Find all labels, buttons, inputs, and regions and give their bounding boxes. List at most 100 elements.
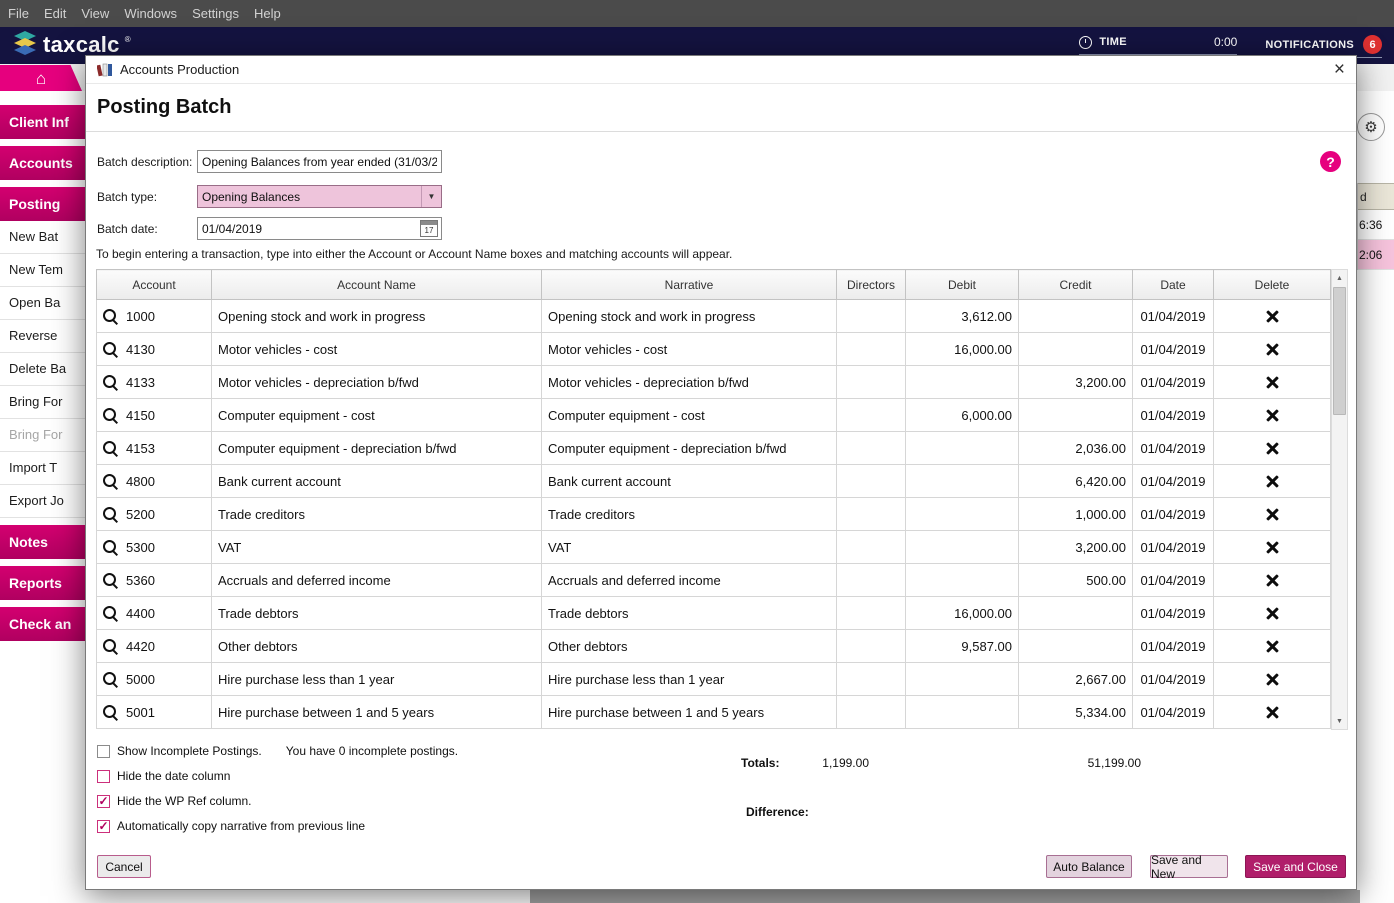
search-icon[interactable] [103, 704, 118, 720]
credit-cell[interactable]: 6,420.00 [1018, 464, 1133, 498]
directors-cell[interactable] [836, 695, 906, 729]
directors-cell[interactable] [836, 629, 906, 663]
debit-cell[interactable]: 16,000.00 [905, 332, 1019, 366]
debit-cell[interactable] [905, 530, 1019, 564]
save-and-close-button[interactable]: Save and Close [1245, 855, 1346, 878]
debit-cell[interactable]: 3,612.00 [905, 299, 1019, 333]
account-cell[interactable]: 5360 [96, 563, 212, 597]
date-cell[interactable]: 01/04/2019 [1132, 365, 1214, 399]
delete-cell[interactable] [1213, 563, 1331, 597]
delete-cell[interactable] [1213, 695, 1331, 729]
delete-icon[interactable] [1265, 475, 1279, 489]
narrative-cell[interactable]: Accruals and deferred income [541, 563, 837, 597]
scroll-up-icon[interactable]: ▲ [1332, 270, 1347, 286]
menu-item[interactable]: Edit [44, 6, 66, 21]
cancel-button[interactable]: Cancel [97, 855, 151, 878]
scroll-down-icon[interactable]: ▼ [1332, 713, 1347, 729]
account-cell[interactable]: 5001 [96, 695, 212, 729]
credit-cell[interactable]: 1,000.00 [1018, 497, 1133, 531]
search-icon[interactable] [103, 473, 118, 489]
show-incomplete-checkbox[interactable] [97, 744, 110, 758]
directors-cell[interactable] [836, 497, 906, 531]
date-cell[interactable]: 01/04/2019 [1132, 530, 1214, 564]
account-name-cell[interactable]: Computer equipment - cost [211, 398, 542, 432]
menu-item[interactable]: Help [254, 6, 281, 21]
delete-cell[interactable] [1213, 497, 1331, 531]
search-icon[interactable] [103, 308, 118, 324]
date-cell[interactable]: 01/04/2019 [1132, 596, 1214, 630]
directors-cell[interactable] [836, 563, 906, 597]
debit-cell[interactable] [905, 431, 1019, 465]
search-icon[interactable] [103, 539, 118, 555]
directors-cell[interactable] [836, 530, 906, 564]
menu-item[interactable]: Windows [124, 6, 177, 21]
debit-cell[interactable] [905, 497, 1019, 531]
auto-balance-button[interactable]: Auto Balance [1046, 855, 1132, 878]
delete-icon[interactable] [1265, 541, 1279, 555]
directors-cell[interactable] [836, 464, 906, 498]
search-icon[interactable] [103, 638, 118, 654]
account-cell[interactable]: 4400 [96, 596, 212, 630]
account-name-cell[interactable]: Computer equipment - depreciation b/fwd [211, 431, 542, 465]
search-icon[interactable] [103, 572, 118, 588]
account-name-cell[interactable]: Hire purchase between 1 and 5 years [211, 695, 542, 729]
credit-cell[interactable] [1018, 299, 1133, 333]
credit-cell[interactable]: 3,200.00 [1018, 530, 1133, 564]
delete-cell[interactable] [1213, 629, 1331, 663]
delete-cell[interactable] [1213, 365, 1331, 399]
date-cell[interactable]: 01/04/2019 [1132, 464, 1214, 498]
directors-cell[interactable] [836, 662, 906, 696]
delete-icon[interactable] [1265, 376, 1279, 390]
delete-icon[interactable] [1265, 508, 1279, 522]
credit-cell[interactable]: 2,667.00 [1018, 662, 1133, 696]
delete-cell[interactable] [1213, 398, 1331, 432]
account-cell[interactable]: 5000 [96, 662, 212, 696]
delete-icon[interactable] [1265, 574, 1279, 588]
menu-item[interactable]: View [81, 6, 109, 21]
time-widget[interactable]: TIME 0:00 [1079, 35, 1238, 55]
account-cell[interactable]: 4133 [96, 365, 212, 399]
credit-cell[interactable] [1018, 398, 1133, 432]
credit-cell[interactable]: 500.00 [1018, 563, 1133, 597]
directors-cell[interactable] [836, 332, 906, 366]
account-cell[interactable]: 4153 [96, 431, 212, 465]
calendar-icon[interactable]: 17 [420, 220, 438, 237]
menu-item[interactable]: File [8, 6, 29, 21]
account-name-cell[interactable]: Other debtors [211, 629, 542, 663]
close-icon[interactable]: × [1334, 60, 1345, 79]
narrative-cell[interactable]: Computer equipment - depreciation b/fwd [541, 431, 837, 465]
search-icon[interactable] [103, 341, 118, 357]
delete-icon[interactable] [1265, 409, 1279, 423]
table-scrollbar[interactable]: ▲ ▼ [1331, 269, 1348, 730]
credit-cell[interactable]: 3,200.00 [1018, 365, 1133, 399]
directors-cell[interactable] [836, 398, 906, 432]
date-cell[interactable]: 01/04/2019 [1132, 332, 1214, 366]
account-cell[interactable]: 4150 [96, 398, 212, 432]
search-icon[interactable] [103, 440, 118, 456]
credit-cell[interactable]: 2,036.00 [1018, 431, 1133, 465]
account-name-cell[interactable]: VAT [211, 530, 542, 564]
search-icon[interactable] [103, 407, 118, 423]
directors-cell[interactable] [836, 299, 906, 333]
directors-cell[interactable] [836, 365, 906, 399]
delete-icon[interactable] [1265, 343, 1279, 357]
account-cell[interactable]: 4130 [96, 332, 212, 366]
date-cell[interactable]: 01/04/2019 [1132, 497, 1214, 531]
debit-cell[interactable] [905, 662, 1019, 696]
credit-cell[interactable] [1018, 596, 1133, 630]
account-cell[interactable]: 5200 [96, 497, 212, 531]
debit-cell[interactable]: 9,587.00 [905, 629, 1019, 663]
save-and-new-button[interactable]: Save and New [1150, 853, 1228, 881]
account-name-cell[interactable]: Opening stock and work in progress [211, 299, 542, 333]
search-icon[interactable] [103, 374, 118, 390]
delete-cell[interactable] [1213, 464, 1331, 498]
delete-cell[interactable] [1213, 299, 1331, 333]
date-cell[interactable]: 01/04/2019 [1132, 299, 1214, 333]
narrative-cell[interactable]: Motor vehicles - cost [541, 332, 837, 366]
account-name-cell[interactable]: Trade creditors [211, 497, 542, 531]
scrollbar-thumb[interactable] [1333, 287, 1346, 415]
account-name-cell[interactable]: Motor vehicles - cost [211, 332, 542, 366]
date-cell[interactable]: 01/04/2019 [1132, 695, 1214, 729]
home-tab[interactable]: ⌂ [0, 65, 82, 91]
narrative-cell[interactable]: Computer equipment - cost [541, 398, 837, 432]
